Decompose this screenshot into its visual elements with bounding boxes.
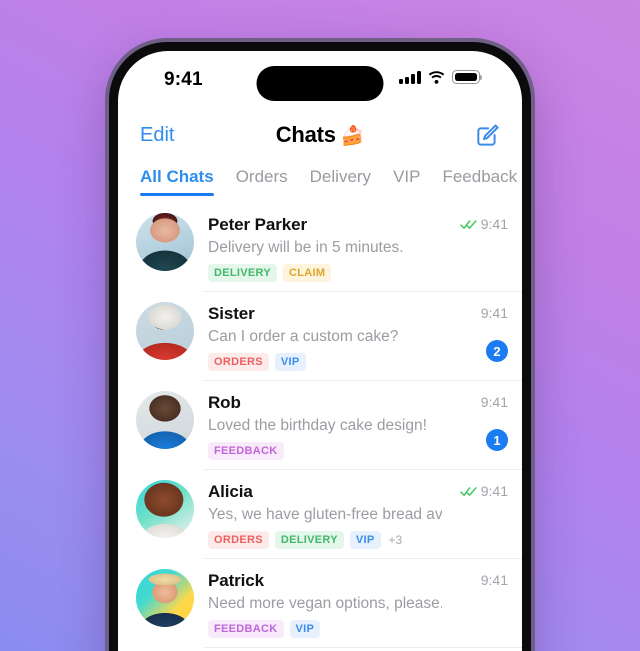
tab-orders[interactable]: Orders: [236, 167, 302, 196]
chat-contact-name: Rob: [208, 393, 241, 412]
phone-bezel: 9:41 Edit Chats 🍰 All Chats Orders Deliv…: [109, 42, 531, 651]
status-bar: 9:41: [118, 51, 522, 109]
chat-timestamp: 9:41: [480, 305, 508, 321]
chat-tag: VIP: [289, 620, 321, 638]
page-title: Chats 🍰: [118, 122, 522, 148]
chat-content: Patrick Need more vegan options, please. F…: [208, 569, 442, 638]
chat-list-item[interactable]: Rob Loved the birthday cake design! FEEDBA…: [118, 381, 522, 470]
unread-badge: 1: [486, 429, 508, 451]
chat-preview-message: Need more vegan options, please.: [208, 595, 442, 612]
avatar-peter-parker[interactable]: [136, 213, 194, 271]
chat-meta: 9:41: [442, 213, 508, 232]
nav-bar: Edit Chats 🍰: [118, 109, 522, 161]
chat-timestamp: 9:41: [480, 216, 508, 232]
avatar-alicia[interactable]: [136, 480, 194, 538]
chat-tag-row: ORDERS DELIVERY VIP +3: [208, 531, 442, 549]
chat-preview-message: Delivery will be in 5 minutes.: [208, 239, 404, 256]
chat-contact-name: Peter Parker: [208, 215, 307, 234]
chat-content: Sister Can I order a custom cake? ORDERS VI…: [208, 302, 442, 371]
tab-all-chats[interactable]: All Chats: [140, 167, 228, 196]
chat-meta-top: 9:41: [481, 305, 508, 321]
unread-badge: 2: [486, 340, 508, 362]
chat-tag: VIP: [274, 353, 306, 371]
battery-icon: [452, 70, 483, 84]
chat-tag: FEEDBACK: [208, 620, 284, 638]
phone-frame: 9:41 Edit Chats 🍰 All Chats Orders Deliv…: [105, 38, 535, 651]
compose-icon[interactable]: [475, 123, 500, 148]
chat-contact-name: Patrick: [208, 571, 265, 590]
chat-tag: ORDERS: [208, 353, 269, 371]
chat-meta-top: 9:41: [459, 216, 508, 232]
chat-timestamp: 9:41: [480, 394, 508, 410]
chat-meta-top: 9:41: [459, 483, 508, 499]
read-receipt-icon: [459, 486, 477, 496]
chat-tag-row: FEEDBACK: [208, 442, 442, 460]
chat-timestamp: 9:41: [480, 483, 508, 499]
chat-preview-message: Can I order a custom cake?: [208, 328, 399, 345]
page-title-text: Chats: [275, 122, 336, 147]
tab-vip[interactable]: VIP: [393, 167, 434, 196]
chat-content: Peter Parker Delivery will be in 5 minute…: [208, 213, 442, 282]
chat-meta: 9:41 2: [442, 302, 508, 362]
tab-bar: All ChatsOrdersDeliveryVIPFeedbackE: [118, 161, 522, 203]
chat-list-item[interactable]: Patrick Need more vegan options, please. F…: [118, 559, 522, 648]
chat-meta: 9:41: [442, 480, 508, 499]
chat-content: Rob Loved the birthday cake design! FEEDBA…: [208, 391, 442, 460]
cake-emoji: 🍰: [340, 126, 365, 147]
phone-screen: 9:41 Edit Chats 🍰 All Chats Orders Deliv…: [118, 51, 522, 651]
chat-tag: CLAIM: [283, 264, 332, 282]
chat-tag: DELIVERY: [274, 531, 344, 549]
chat-tag: ORDERS: [208, 531, 269, 549]
status-bar-time: 9:41: [164, 69, 203, 90]
signal-bars-icon: [399, 71, 421, 84]
chat-preview-message: Loved the birthday cake design!: [208, 417, 427, 434]
dynamic-island: [256, 66, 384, 101]
chat-preview-message: Yes, we have gluten-free bread available…: [208, 506, 442, 523]
chat-list-item[interactable]: Sister Can I order a custom cake? ORDERS VI…: [118, 292, 522, 381]
chat-meta-top: 9:41: [481, 394, 508, 410]
avatar-sister[interactable]: [136, 302, 194, 360]
edit-button[interactable]: Edit: [140, 124, 174, 147]
tab-feedback[interactable]: Feedback: [442, 167, 522, 196]
chat-tag: FEEDBACK: [208, 442, 284, 460]
chat-tag: VIP: [349, 531, 381, 549]
chat-meta: 9:41: [442, 569, 508, 588]
wifi-icon: [428, 71, 445, 84]
chat-contact-name: Sister: [208, 304, 255, 323]
chat-meta: 9:41 1: [442, 391, 508, 451]
chat-timestamp: 9:41: [480, 572, 508, 588]
chat-tag-row: ORDERS VIP: [208, 353, 442, 371]
chat-tag: DELIVERY: [208, 264, 278, 282]
avatar-rob[interactable]: [136, 391, 194, 449]
chat-contact-name: Alicia: [208, 482, 253, 501]
chat-tag-overflow[interactable]: +3: [387, 533, 403, 547]
chat-list-item[interactable]: Peter Parker Delivery will be in 5 minute…: [118, 203, 522, 292]
read-receipt-icon: [459, 219, 477, 229]
chat-tag-row: FEEDBACK VIP: [208, 620, 442, 638]
chat-content: Alicia Yes, we have gluten-free bread ava…: [208, 480, 442, 549]
avatar-patrick[interactable]: [136, 569, 194, 627]
tab-delivery[interactable]: Delivery: [310, 167, 385, 196]
chat-list-item[interactable]: Alicia Yes, we have gluten-free bread ava…: [118, 470, 522, 559]
chat-tag-row: DELIVERY CLAIM: [208, 264, 442, 282]
chat-meta-top: 9:41: [481, 572, 508, 588]
chat-list: Peter Parker Delivery will be in 5 minute…: [118, 203, 522, 651]
status-bar-indicators: [399, 70, 483, 84]
